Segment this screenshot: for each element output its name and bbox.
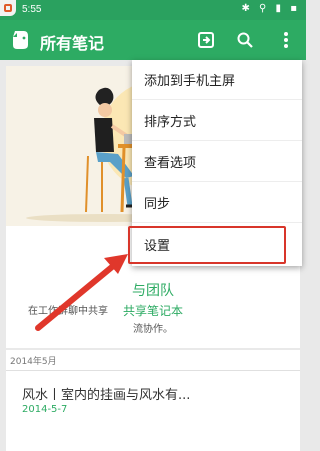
app-bar: 所有笔记: [0, 20, 306, 60]
status-bar: 5:55 ✱ ⚲ ▮ ▪: [0, 0, 306, 20]
settings-highlight-box: [128, 226, 286, 264]
recording-badge-icon: [0, 0, 16, 16]
promo-title: 与团队: [132, 283, 174, 299]
evernote-logo-icon: [13, 31, 28, 49]
note-title[interactable]: 风水丨室内的挂画与风水有...: [22, 384, 190, 403]
menu-item-sort[interactable]: 排序方式: [132, 101, 302, 141]
menu-item-view-options[interactable]: 查看选项: [132, 142, 302, 182]
divider: [6, 370, 300, 371]
work-chat-icon[interactable]: [194, 28, 218, 52]
page-title: 所有笔记: [40, 34, 105, 53]
shared-notebook-link[interactable]: 共享笔记本: [0, 302, 306, 319]
note-date: 2014-5-7: [22, 404, 68, 415]
menu-item-add-to-home[interactable]: 添加到手机主屏: [132, 60, 302, 100]
promo-text-continued: 流协作。: [133, 324, 173, 335]
menu-item-sync[interactable]: 同步: [132, 183, 302, 223]
status-time: 5:55: [22, 4, 42, 15]
overflow-menu-icon[interactable]: [274, 28, 298, 52]
month-section-header: 2014年5月: [10, 357, 57, 367]
status-icons: ✱ ⚲ ▮ ▪: [241, 3, 300, 14]
search-icon[interactable]: [233, 28, 257, 52]
